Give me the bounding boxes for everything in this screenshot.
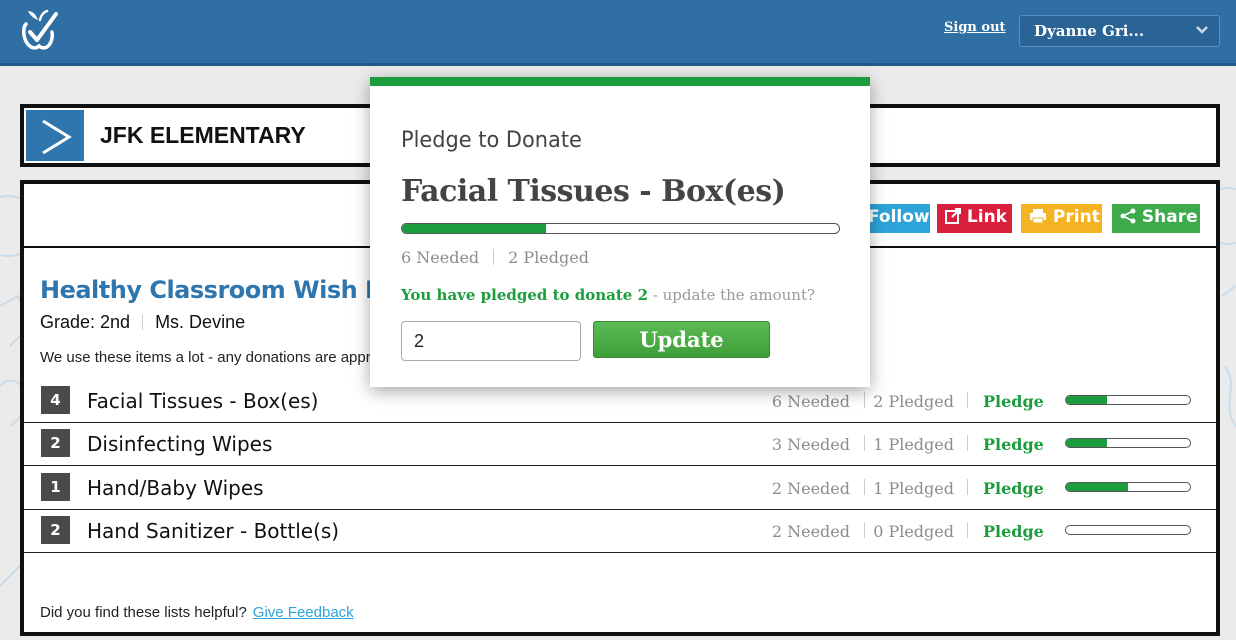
wishlist-title: Healthy Classroom Wish List — [40, 276, 413, 304]
quantity-badge: 4 — [41, 386, 70, 414]
item-name: Hand/Baby Wipes — [87, 476, 264, 500]
grade-label: Grade: 2nd — [40, 312, 131, 332]
print-label: Print — [1052, 207, 1100, 227]
modal-progress-bar — [401, 223, 840, 234]
progress-bar — [1065, 438, 1191, 448]
progress-bar — [1065, 482, 1191, 492]
pledge-link[interactable]: Pledge — [983, 435, 1044, 454]
share-button[interactable]: Share — [1112, 204, 1200, 233]
progress-fill — [1066, 483, 1128, 491]
pledge-message: You have pledged to donate 2 - update th… — [401, 286, 815, 304]
modal-counts: 6 Needed 2 Pledged — [401, 248, 589, 267]
divider — [142, 314, 144, 330]
pledge-modal: Pledge to Donate Facial Tissues - Box(es… — [370, 77, 870, 387]
print-button[interactable]: Print — [1021, 204, 1102, 233]
pledged-count: 1 Pledged — [873, 479, 954, 498]
needed-count: 6 Needed — [771, 392, 850, 411]
progress-fill — [402, 224, 547, 233]
modal-item-name: Facial Tissues - Box(es) — [401, 174, 786, 209]
sign-out-link[interactable]: Sign out — [944, 20, 1006, 35]
school-name: JFK ELEMENTARY — [100, 122, 306, 148]
divider — [967, 522, 968, 538]
feedback-prompt: Did you find these lists helpful? Give Fe… — [40, 604, 354, 621]
progress-fill — [1066, 396, 1107, 404]
item-name: Facial Tissues - Box(es) — [87, 389, 319, 413]
divider — [864, 479, 865, 495]
share-label: Share — [1141, 207, 1198, 227]
divider — [864, 392, 865, 408]
item-name: Hand Sanitizer - Bottle(s) — [87, 519, 340, 543]
teacher-name: Ms. Devine — [155, 312, 246, 332]
give-feedback-link[interactable]: Give Feedback — [253, 604, 354, 621]
pledge-link[interactable]: Pledge — [983, 479, 1044, 498]
needed-count: 3 Needed — [771, 435, 850, 454]
link-button[interactable]: Link — [937, 204, 1012, 233]
divider — [967, 392, 968, 408]
user-name: Dyanne Gri... — [1034, 22, 1145, 40]
item-name: Disinfecting Wipes — [87, 432, 273, 456]
progress-bar — [1065, 395, 1191, 405]
pledge-link[interactable]: Pledge — [983, 522, 1044, 541]
wishlist-description: We use these items a lot - any donations… — [40, 349, 424, 366]
pledged-count: 2 Pledged — [508, 248, 589, 267]
needed-count: 2 Needed — [771, 522, 850, 541]
pledged-count: 2 Pledged — [873, 392, 954, 411]
chevron-right-icon — [42, 119, 72, 155]
top-navbar: Sign out Dyanne Gri... — [0, 0, 1236, 66]
divider — [864, 522, 865, 538]
update-prompt: - update the amount? — [648, 286, 816, 304]
needed-count: 2 Needed — [771, 479, 850, 498]
divider — [493, 249, 495, 265]
follow-button[interactable]: Follow — [860, 204, 930, 233]
share-icon — [1120, 208, 1136, 224]
pledge-amount-input[interactable] — [401, 321, 581, 361]
needed-count: 6 Needed — [401, 248, 480, 267]
pledged-count: 0 Pledged — [873, 522, 954, 541]
modal-heading: Pledge to Donate — [401, 128, 582, 153]
list-item: 2 Disinfecting Wipes 3 Needed 1 Pledged … — [24, 423, 1216, 466]
progress-fill — [1066, 439, 1107, 447]
list-item: 1 Hand/Baby Wipes 2 Needed 1 Pledged Ple… — [24, 467, 1216, 510]
external-link-icon — [945, 208, 961, 224]
pledge-confirmation: You have pledged to donate 2 — [401, 286, 649, 304]
follow-label: Follow — [868, 207, 930, 227]
divider — [864, 435, 865, 451]
school-chevron-badge[interactable] — [26, 110, 84, 161]
class-info: Grade: 2nd Ms. Devine — [40, 312, 245, 333]
quantity-badge: 2 — [41, 429, 70, 457]
apple-check-logo-icon[interactable] — [18, 6, 60, 52]
printer-icon — [1030, 209, 1046, 224]
divider — [967, 479, 968, 495]
progress-bar — [1065, 525, 1191, 535]
user-menu-dropdown[interactable]: Dyanne Gri... — [1019, 15, 1220, 47]
link-label: Link — [966, 207, 1007, 227]
update-button[interactable]: Update — [593, 321, 770, 358]
quantity-badge: 1 — [41, 473, 70, 501]
pledged-count: 1 Pledged — [873, 435, 954, 454]
feedback-question: Did you find these lists helpful? — [40, 604, 247, 621]
pledge-link[interactable]: Pledge — [983, 392, 1044, 411]
chevron-down-icon — [1196, 26, 1208, 34]
divider — [967, 435, 968, 451]
list-item: 2 Hand Sanitizer - Bottle(s) 2 Needed 0 … — [24, 510, 1216, 553]
quantity-badge: 2 — [41, 516, 70, 544]
